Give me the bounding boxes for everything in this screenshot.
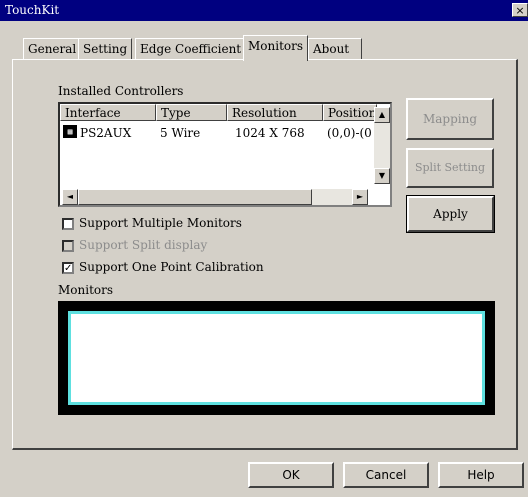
mapping-button[interactable]: Mapping <box>406 98 494 140</box>
cell-position: (0,0)-(0 <box>327 126 372 140</box>
support-split-display-checkbox[interactable] <box>62 240 74 252</box>
horizontal-scroll-track[interactable] <box>312 189 352 205</box>
split-setting-button[interactable]: Split Setting <box>406 148 494 188</box>
column-header-type[interactable]: Type <box>156 104 227 121</box>
monitors-label: Monitors <box>58 283 114 297</box>
horizontal-scroll-thumb[interactable] <box>78 189 312 205</box>
title-bar[interactable]: TouchKit × <box>0 0 528 21</box>
column-header-interface[interactable]: Interface <box>60 104 156 121</box>
support-multiple-monitors-checkbox[interactable] <box>62 218 74 230</box>
window-title: TouchKit <box>5 3 60 17</box>
tab-setting[interactable]: Setting <box>78 38 133 59</box>
tab-general[interactable]: General <box>23 38 82 59</box>
scroll-right-button[interactable]: ► <box>352 189 368 205</box>
monitor-layout[interactable] <box>58 301 495 415</box>
cell-type: 5 Wire <box>160 126 201 140</box>
column-header-position[interactable]: Position <box>323 104 377 121</box>
support-split-display-label[interactable]: Support Split display <box>79 238 207 252</box>
vertical-scroll-track[interactable] <box>374 123 390 168</box>
scroll-left-button[interactable]: ◄ <box>62 189 78 205</box>
support-multiple-monitors-label[interactable]: Support Multiple Monitors <box>79 216 242 230</box>
support-one-point-calibration-checkbox[interactable]: ✓ <box>62 262 74 274</box>
tab-edge-coefficient[interactable]: Edge Coefficient <box>135 38 247 59</box>
help-button[interactable]: Help <box>438 462 524 488</box>
controllers-list[interactable]: Interface Type Resolution Position ▦ PS2… <box>58 102 392 207</box>
support-one-point-calibration-label[interactable]: Support One Point Calibration <box>79 260 264 274</box>
tab-monitors[interactable]: Monitors <box>243 35 309 61</box>
column-header-resolution[interactable]: Resolution <box>227 104 323 121</box>
ok-button[interactable]: OK <box>248 462 334 488</box>
apply-button[interactable]: Apply <box>406 195 495 233</box>
cancel-button[interactable]: Cancel <box>343 462 429 488</box>
close-button[interactable]: × <box>512 3 528 17</box>
cell-resolution: 1024 X 768 <box>235 126 305 140</box>
installed-controllers-label: Installed Controllers <box>58 84 184 98</box>
scroll-up-button[interactable]: ▲ <box>374 107 390 123</box>
tab-about[interactable]: About <box>308 38 362 59</box>
controller-icon: ▦ <box>63 125 77 138</box>
monitor-screen[interactable] <box>68 311 485 405</box>
cell-interface: PS2AUX <box>80 126 132 140</box>
scroll-down-button[interactable]: ▼ <box>374 168 390 184</box>
